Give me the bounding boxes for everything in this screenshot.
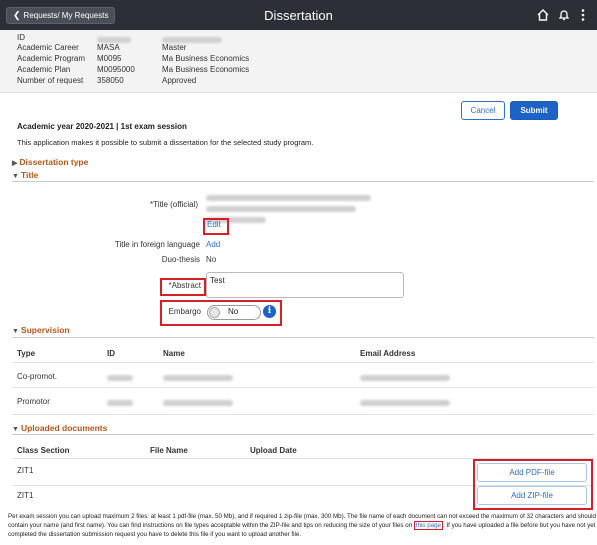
abstract-textarea[interactable]: Test xyxy=(206,272,404,298)
info-code: MASA xyxy=(97,43,120,52)
duo-thesis-value: No xyxy=(206,255,217,264)
intro-text: This application makes it possible to su… xyxy=(17,138,314,147)
info-label: Academic Program xyxy=(17,54,86,63)
toggle-knob xyxy=(209,307,220,318)
embargo-toggle[interactable]: No xyxy=(207,305,261,320)
caret-down-icon: ▼ xyxy=(12,328,19,335)
col-id: ID xyxy=(107,349,115,358)
redacted-supervisor-name xyxy=(163,399,233,408)
student-info-panel: ID Academic Career MASA Master Academic … xyxy=(0,30,597,93)
caret-right-icon: ▶ xyxy=(12,160,18,167)
col-name: Name xyxy=(163,349,185,358)
row-divider xyxy=(12,387,594,388)
info-label: Academic Career xyxy=(17,43,79,52)
this-page-link[interactable]: this page xyxy=(413,521,443,530)
section-supervision[interactable]: ▼ Supervision xyxy=(12,325,70,335)
col-upload-date: Upload Date xyxy=(250,446,297,455)
session-heading: Academic year 2020-2021 | 1st exam sessi… xyxy=(17,122,187,131)
section-label: Title xyxy=(20,170,39,180)
section-uploaded-documents[interactable]: ▼ Uploaded documents xyxy=(12,423,107,433)
section-label: Dissertation type xyxy=(19,157,89,167)
section-divider xyxy=(12,434,594,435)
section-label: Supervision xyxy=(20,325,70,335)
section-label: Uploaded documents xyxy=(20,423,108,433)
redacted-supervisor-id xyxy=(107,399,133,408)
submit-button[interactable]: Submit xyxy=(510,101,558,120)
info-code: M0095 xyxy=(97,54,122,63)
add-zip-file-button[interactable]: Add ZIP-file xyxy=(477,486,587,505)
section-divider xyxy=(12,181,594,182)
info-value: Master xyxy=(162,43,187,52)
more-vertical-icon[interactable] xyxy=(575,6,591,24)
col-file-name: File Name xyxy=(150,446,188,455)
redacted-supervisor-name xyxy=(163,374,233,383)
bell-icon[interactable] xyxy=(556,6,572,24)
redacted-supervisor-email xyxy=(360,399,450,408)
row-divider xyxy=(12,414,594,415)
col-email: Email Address xyxy=(360,349,416,358)
chevron-left-icon: ❮ xyxy=(13,10,21,20)
caret-down-icon: ▼ xyxy=(12,173,19,180)
upload-class: ZIT1 xyxy=(17,491,34,500)
caret-down-icon: ▼ xyxy=(12,426,19,433)
info-code: M0095000 xyxy=(97,65,135,74)
foreign-title-label: Title in foreign language xyxy=(114,240,200,249)
col-type: Type xyxy=(17,349,36,358)
section-title[interactable]: ▼ Title xyxy=(12,170,38,180)
redacted-title xyxy=(206,195,371,223)
info-label: Number of request xyxy=(17,76,84,85)
info-value: Ma Business Economics xyxy=(162,54,250,63)
row-divider xyxy=(12,362,594,363)
supervisor-type: Co-promot. xyxy=(17,372,58,381)
info-value: Ma Business Economics xyxy=(162,65,250,74)
info-value: Approved xyxy=(162,76,197,85)
abstract-label: *Abstract xyxy=(168,281,201,290)
add-foreign-title-link[interactable]: Add xyxy=(206,240,220,249)
col-class-section: Class Section xyxy=(17,446,70,455)
redacted-supervisor-email xyxy=(360,374,450,383)
back-button-label: Requests/ My Requests xyxy=(23,11,109,20)
info-label: Academic Plan xyxy=(17,65,71,74)
section-divider xyxy=(12,337,594,338)
home-icon[interactable] xyxy=(535,6,551,24)
upload-instructions: Per exam session you can upload maximum … xyxy=(8,512,596,539)
cancel-button[interactable]: Cancel xyxy=(461,101,505,120)
embargo-toggle-value: No xyxy=(228,307,239,316)
info-code: 358050 xyxy=(97,76,124,85)
back-button[interactable]: ❮ Requests/ My Requests xyxy=(6,7,116,24)
add-pdf-file-button[interactable]: Add PDF-file xyxy=(477,463,587,482)
section-dissertation-type[interactable]: ▶ Dissertation type xyxy=(12,157,88,167)
embargo-label: Embargo xyxy=(168,307,201,316)
id-label: ID xyxy=(17,33,25,42)
upload-class: ZIT1 xyxy=(17,466,34,475)
redacted-supervisor-id xyxy=(107,374,133,383)
info-icon[interactable]: i xyxy=(263,305,276,318)
duo-thesis-label: Duo-thesis xyxy=(161,255,200,264)
edit-title-link[interactable]: Edit xyxy=(207,220,221,229)
supervisor-type: Promotor xyxy=(17,397,50,406)
title-official-label: *Title (official) xyxy=(149,200,198,209)
